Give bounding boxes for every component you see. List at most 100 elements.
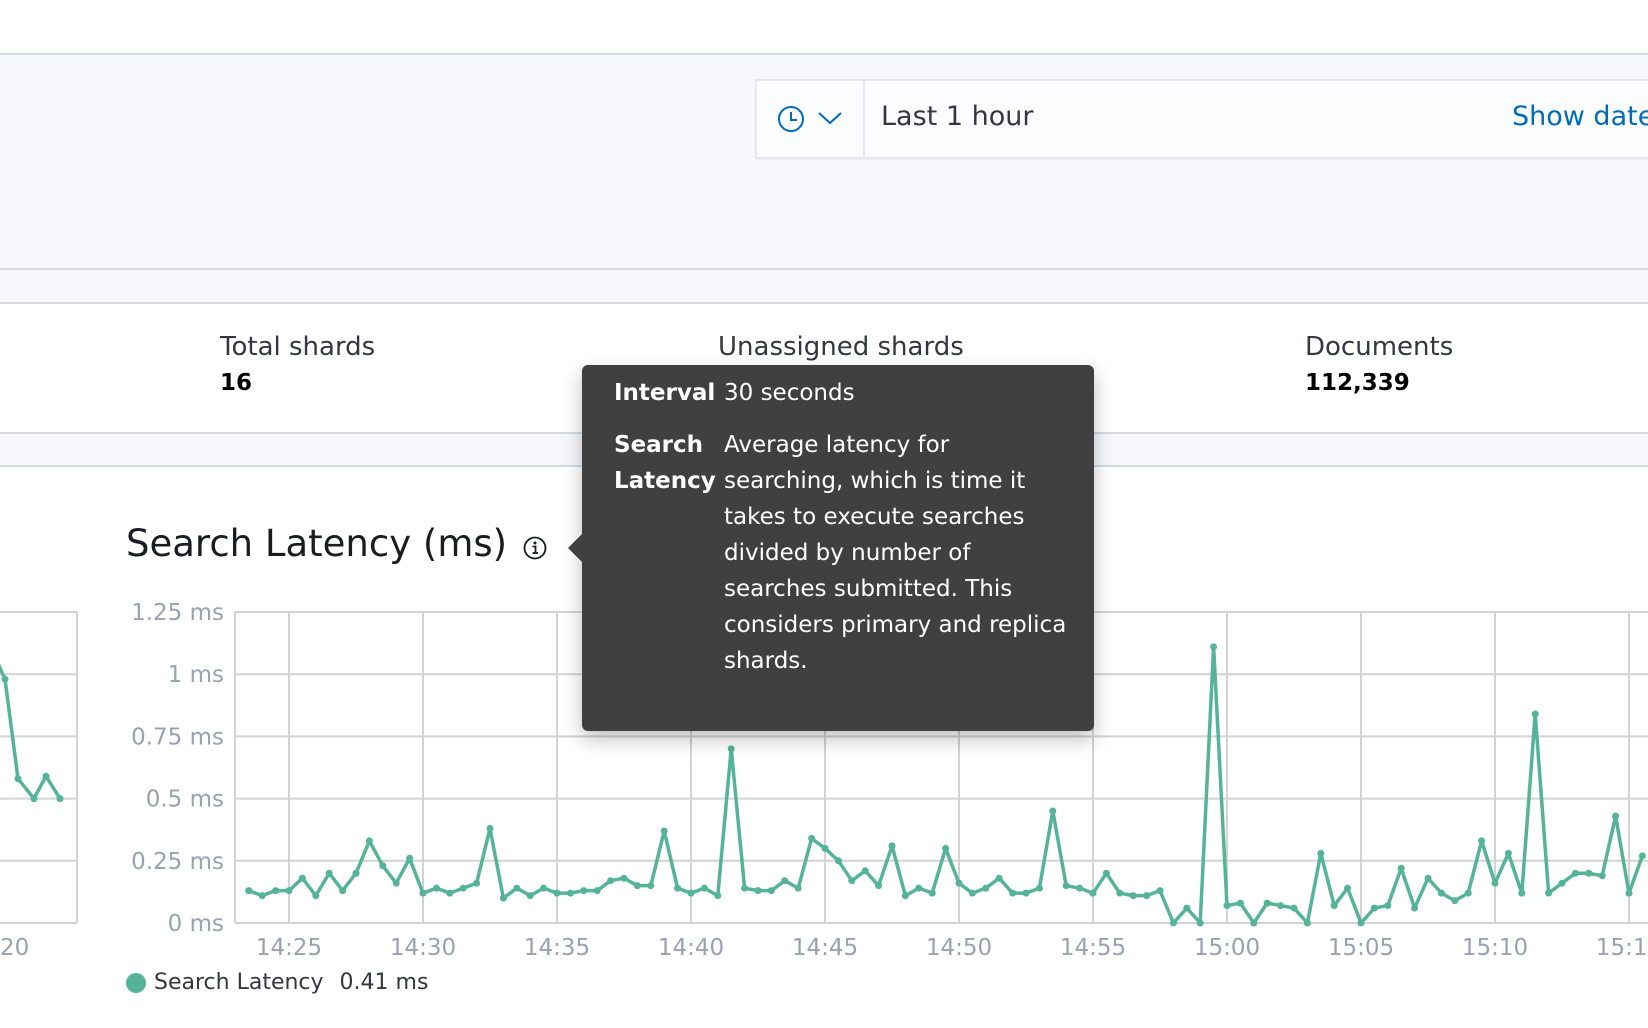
data-point — [647, 882, 655, 890]
data-point — [298, 874, 306, 882]
data-point — [272, 887, 280, 895]
y-tick-label: 1.25 ms — [131, 600, 224, 626]
data-point — [1518, 889, 1526, 897]
data-point — [687, 889, 695, 897]
data-point — [312, 892, 320, 900]
data-point — [285, 887, 293, 895]
data-point — [245, 887, 253, 895]
legend-series-value: 0.41 ms — [339, 970, 429, 995]
data-point — [821, 844, 829, 852]
data-point — [1571, 869, 1579, 877]
data-point — [593, 887, 601, 895]
data-point — [995, 874, 1003, 882]
data-point — [727, 745, 735, 753]
data-point — [1424, 874, 1432, 882]
data-point — [834, 857, 842, 865]
data-point — [767, 887, 775, 895]
data-point — [982, 884, 990, 892]
data-point — [1357, 919, 1365, 927]
data-point — [1504, 849, 1512, 857]
data-point — [633, 882, 641, 890]
data-point — [379, 862, 387, 870]
data-point — [325, 869, 333, 877]
data-point — [888, 842, 896, 850]
y-tick-label: 0 ms — [168, 911, 224, 937]
x-tick-label: 14:45 — [792, 935, 858, 961]
data-point — [1156, 887, 1164, 895]
data-point — [14, 775, 22, 783]
data-point — [1585, 869, 1593, 877]
data-point — [1317, 849, 1325, 857]
data-point — [1035, 884, 1043, 892]
data-point — [1437, 889, 1445, 897]
data-point — [352, 869, 360, 877]
data-point — [620, 874, 628, 882]
data-point — [1558, 879, 1566, 887]
data-point — [1384, 902, 1392, 910]
data-point — [1344, 884, 1352, 892]
tooltip-arrow — [568, 534, 582, 562]
data-point — [1625, 889, 1633, 897]
data-point — [1411, 904, 1419, 912]
data-point — [1022, 889, 1030, 897]
data-point — [1451, 897, 1459, 905]
info-icon[interactable] — [522, 535, 548, 561]
data-point — [540, 884, 548, 892]
data-point — [339, 887, 347, 895]
data-point — [1116, 889, 1124, 897]
data-point — [1491, 879, 1499, 887]
data-point — [365, 837, 373, 845]
data-point — [1223, 902, 1231, 910]
chart-legend[interactable]: Search Latency 0.41 ms — [126, 970, 428, 995]
data-point — [526, 892, 534, 900]
legend-series-name: Search Latency — [154, 970, 324, 995]
data-point — [714, 892, 722, 900]
data-point — [406, 854, 414, 862]
data-point — [1009, 889, 1017, 897]
data-point — [1062, 882, 1070, 890]
data-point — [1143, 892, 1151, 900]
data-point — [566, 889, 574, 897]
x-tick-label: 14:25 — [256, 935, 322, 961]
data-point — [1089, 889, 1097, 897]
tooltip-key-interval: Interval — [614, 380, 716, 406]
data-point — [955, 879, 963, 887]
x-tick-label: 15:15 — [1596, 935, 1648, 961]
data-point — [1303, 919, 1311, 927]
legend-color-swatch — [126, 972, 146, 993]
data-point — [1, 675, 9, 683]
data-point — [660, 827, 668, 835]
data-point — [486, 824, 494, 832]
data-point — [30, 795, 38, 803]
data-point — [432, 884, 440, 892]
data-point — [258, 892, 266, 900]
data-point — [1478, 837, 1486, 845]
y-tick-label: 0.75 ms — [131, 724, 224, 750]
x-tick-label: 14:50 — [926, 935, 992, 961]
x-tick-label: 14:35 — [524, 935, 590, 961]
data-point — [1263, 899, 1271, 907]
data-point — [459, 884, 467, 892]
data-point — [1464, 889, 1472, 897]
data-point — [674, 884, 682, 892]
data-point — [446, 889, 454, 897]
data-point — [808, 834, 816, 842]
data-point — [915, 884, 923, 892]
y-tick-label: 0.25 ms — [131, 849, 224, 875]
data-point — [794, 884, 802, 892]
data-point — [1196, 919, 1204, 927]
data-point — [1250, 919, 1258, 927]
x-tick-label: 14:55 — [1060, 935, 1126, 961]
data-point — [741, 884, 749, 892]
info-tooltip: Interval 30 seconds Search Latency Avera… — [568, 365, 1094, 731]
data-point — [1049, 807, 1057, 815]
x-tick-label: 14:40 — [658, 935, 724, 961]
data-point — [875, 882, 883, 890]
data-point — [1236, 899, 1244, 907]
data-point — [56, 795, 64, 803]
data-point — [499, 894, 507, 902]
data-point — [42, 772, 50, 780]
data-point — [901, 892, 909, 900]
data-point — [848, 877, 856, 885]
tooltip-value-interval: 30 seconds — [724, 380, 855, 406]
